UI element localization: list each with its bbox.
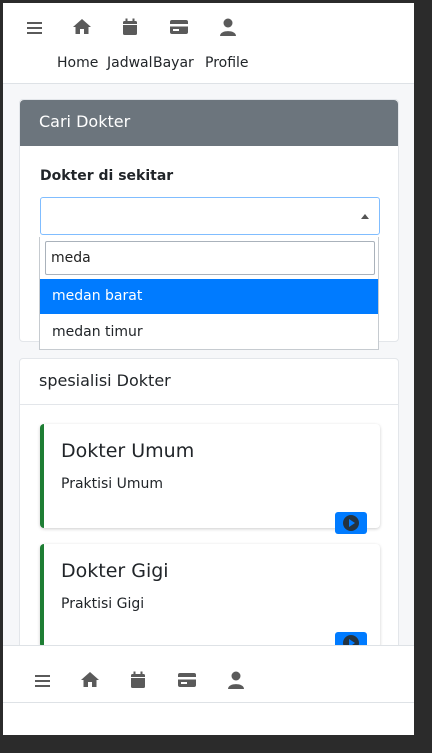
- menu-icon[interactable]: [24, 17, 46, 39]
- dropdown-option-medan-timur[interactable]: medan timur: [40, 315, 378, 350]
- bottom-navbar: [3, 645, 414, 735]
- specialist-title: Dokter Umum: [61, 440, 195, 462]
- specialist-item[interactable]: Dokter Umum Praktisi Umum: [40, 424, 380, 534]
- nav-jadwal-label[interactable]: Jadwal: [107, 55, 153, 71]
- specialist-subtitle: Praktisi Gigi: [61, 596, 145, 612]
- user-icon[interactable]: [225, 669, 247, 691]
- user-icon[interactable]: [217, 16, 239, 38]
- nearby-doctor-label: Dokter di sekitar: [40, 168, 174, 184]
- credit-card-icon[interactable]: [168, 16, 190, 38]
- nav-bayar-label[interactable]: Bayar: [153, 55, 194, 71]
- chevron-up-icon: [361, 214, 369, 219]
- select-dropdown: meda medan barat medan timur: [39, 237, 379, 350]
- home-icon[interactable]: [71, 16, 93, 38]
- calendar-icon[interactable]: [127, 669, 149, 691]
- home-icon[interactable]: [79, 669, 101, 691]
- dropdown-option-medan-barat[interactable]: medan barat: [40, 279, 378, 314]
- app-viewport: Home Jadwal Bayar Profile Cari Dokter Do…: [3, 3, 414, 735]
- arrow-circle-right-icon: [343, 515, 359, 531]
- credit-card-icon[interactable]: [176, 669, 198, 691]
- specialist-go-button[interactable]: [335, 512, 367, 534]
- top-navbar: Home Jadwal Bayar Profile: [3, 3, 414, 84]
- bottom-bar: [3, 702, 414, 735]
- specialist-item[interactable]: Dokter Gigi Praktisi Gigi: [40, 544, 380, 654]
- specialist-title: Dokter Gigi: [61, 560, 169, 582]
- specialist-subtitle: Praktisi Umum: [61, 476, 164, 492]
- nearby-doctor-select[interactable]: [40, 197, 380, 235]
- search-card-header: Cari Dokter: [20, 100, 398, 146]
- menu-icon[interactable]: [32, 670, 54, 692]
- specialist-card-header: spesialisi Dokter: [20, 359, 398, 405]
- calendar-icon[interactable]: [119, 16, 141, 38]
- nav-home-label[interactable]: Home: [57, 55, 98, 71]
- dropdown-search-input[interactable]: meda: [45, 241, 375, 275]
- nav-profile-label[interactable]: Profile: [205, 55, 249, 71]
